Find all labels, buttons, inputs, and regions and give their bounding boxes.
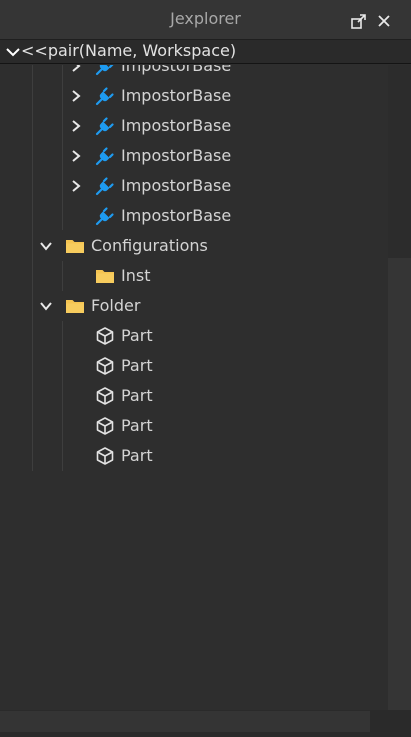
tree-item-impostorbase[interactable]: ImpostorBase: [0, 65, 388, 81]
plugin-icon: [95, 176, 115, 196]
tree-item-label: ImpostorBase: [121, 65, 232, 75]
tree-item-label: ImpostorBase: [121, 86, 232, 105]
tree-item-label: Part: [121, 326, 153, 345]
tree-item-label: Part: [121, 446, 153, 465]
tree-item-impostorbase[interactable]: ImpostorBase: [0, 111, 388, 141]
chevron-right-icon[interactable]: [69, 89, 83, 103]
tree-item-impostorbase[interactable]: ImpostorBase: [0, 201, 388, 231]
chevron-right-icon[interactable]: [69, 149, 83, 163]
tree-item-label: Inst: [121, 266, 151, 285]
tree-item-label: Part: [121, 386, 153, 405]
chevron-right-icon[interactable]: [69, 179, 83, 193]
folder-icon: [65, 296, 85, 316]
chevron-down-icon[interactable]: [39, 239, 53, 253]
title-bar: Jexplorer: [0, 0, 411, 40]
plugin-icon: [95, 206, 115, 226]
tree-item-part[interactable]: Part: [0, 441, 388, 471]
chevron-right-icon[interactable]: [69, 65, 83, 73]
close-icon[interactable]: [375, 12, 393, 30]
plugin-icon: [95, 86, 115, 106]
tree-item-impostorbase[interactable]: ImpostorBase: [0, 141, 388, 171]
part-cube-icon: [95, 416, 115, 436]
chevron-down-icon[interactable]: [39, 299, 53, 313]
tree-item-part[interactable]: Part: [0, 351, 388, 381]
part-cube-icon: [95, 386, 115, 406]
plugin-icon: [95, 146, 115, 166]
explorer-tree: ImpostorBase ImpostorBase ImpostorBase I…: [0, 65, 388, 710]
tree-item-label: Part: [121, 356, 153, 375]
folder-icon: [65, 236, 85, 256]
tree-item-label: Part: [121, 416, 153, 435]
part-cube-icon: [95, 356, 115, 376]
plugin-icon: [95, 65, 115, 76]
tree-item-label: ImpostorBase: [121, 116, 232, 135]
part-cube-icon: [95, 326, 115, 346]
part-cube-icon: [95, 446, 115, 466]
tree-item-impostorbase[interactable]: ImpostorBase: [0, 171, 388, 201]
plugin-icon: [95, 116, 115, 136]
tree-item-label: Folder: [91, 296, 141, 315]
tree-item-impostorbase[interactable]: ImpostorBase: [0, 81, 388, 111]
tree-item-part[interactable]: Part: [0, 381, 388, 411]
vertical-scrollbar-thumb[interactable]: [388, 258, 411, 710]
tree-item-part[interactable]: Part: [0, 411, 388, 441]
tree-item-label: ImpostorBase: [121, 146, 232, 165]
chevron-down-icon[interactable]: [5, 44, 21, 60]
root-row[interactable]: <<pair(Name, Workspace): [0, 40, 411, 64]
tree-item-part[interactable]: Part: [0, 321, 388, 351]
tree-item-folder[interactable]: Folder: [0, 291, 388, 321]
folder-icon: [95, 266, 115, 286]
chevron-right-icon[interactable]: [69, 119, 83, 133]
root-label: <<pair(Name, Workspace): [21, 41, 237, 60]
tree-item-label: ImpostorBase: [121, 206, 232, 225]
tree-item-configurations[interactable]: Configurations: [0, 231, 388, 261]
undock-icon[interactable]: [350, 12, 368, 30]
horizontal-scrollbar-thumb[interactable]: [0, 711, 370, 732]
tree-item-label: Configurations: [91, 236, 208, 255]
tree-item-label: ImpostorBase: [121, 176, 232, 195]
tree-item-inst[interactable]: Inst: [0, 261, 388, 291]
